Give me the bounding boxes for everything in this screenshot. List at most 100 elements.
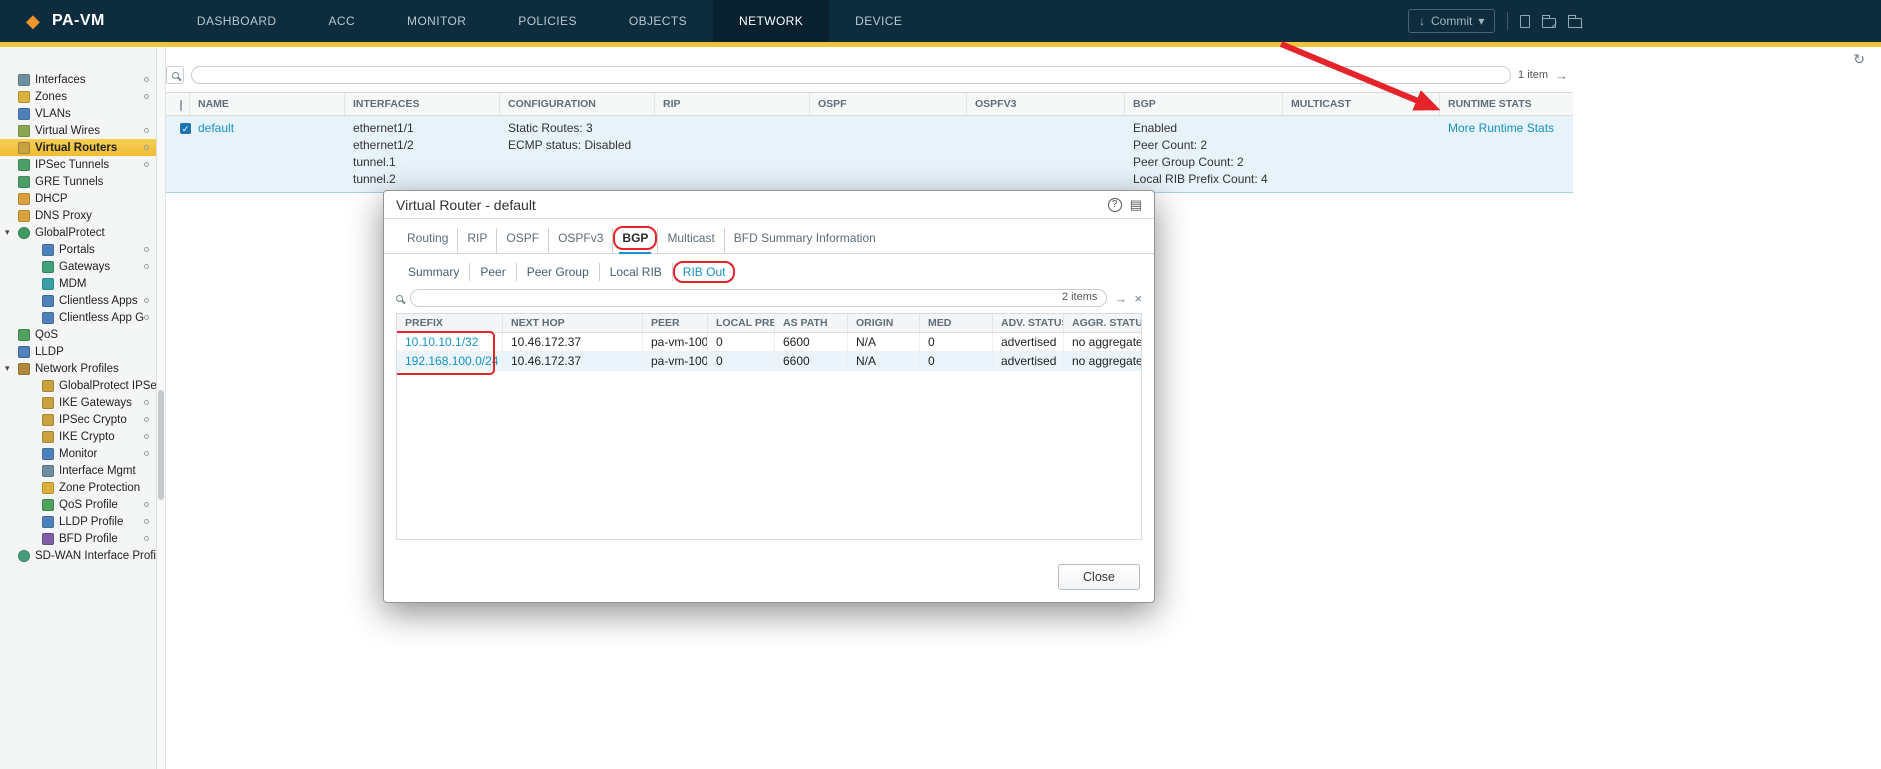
close-button[interactable]: Close bbox=[1058, 564, 1140, 590]
sidebar-item-portals[interactable]: Portals bbox=[0, 241, 156, 258]
sidebar-item-virtual-wires[interactable]: Virtual Wires bbox=[0, 122, 156, 139]
table-row[interactable]: ✓ default ethernet1/1 ethernet1/2 tunnel… bbox=[166, 116, 1573, 193]
subtab-rib-out[interactable]: RIB Out bbox=[672, 263, 736, 281]
sidebar-item-ipsec-crypto[interactable]: IPSec Crypto bbox=[0, 411, 156, 428]
nav-monitor[interactable]: MONITOR bbox=[381, 0, 492, 42]
nav-acc[interactable]: ACC bbox=[303, 0, 382, 42]
vr-search-input[interactable] bbox=[191, 66, 1511, 84]
col-ospf[interactable]: OSPF bbox=[810, 93, 967, 115]
nav-device[interactable]: DEVICE bbox=[829, 0, 928, 42]
more-runtime-stats-link[interactable]: More Runtime Stats bbox=[1448, 121, 1554, 135]
nav-network[interactable]: NETWORK bbox=[713, 0, 829, 42]
sidebar-item-ike-crypto[interactable]: IKE Crypto bbox=[0, 428, 156, 445]
commit-button[interactable]: ↓ Commit ▾ bbox=[1408, 9, 1495, 33]
sidebar-item-monitor[interactable]: Monitor bbox=[0, 445, 156, 462]
tab-ospf[interactable]: OSPF bbox=[496, 228, 548, 253]
sidebar-scrollbar[interactable] bbox=[157, 47, 166, 769]
sidebar-item-dhcp[interactable]: DHCP bbox=[0, 190, 156, 207]
subtab-peer[interactable]: Peer bbox=[469, 263, 515, 281]
col-aggr-status[interactable]: AGGR. STATUS bbox=[1064, 314, 1142, 332]
col-runtime-stats[interactable]: RUNTIME STATS bbox=[1440, 93, 1573, 115]
save-config-icon[interactable]: ✓ bbox=[1542, 18, 1556, 28]
col-rip[interactable]: RIP bbox=[655, 93, 810, 115]
prefix-link[interactable]: 10.10.10.1/32 bbox=[405, 335, 478, 349]
sidebar-item-interfaces[interactable]: Interfaces bbox=[0, 71, 156, 88]
refresh-icon[interactable]: ↻ bbox=[1853, 51, 1865, 68]
sidebar-item-lldp[interactable]: LLDP bbox=[0, 343, 156, 360]
subtab-summary[interactable]: Summary bbox=[398, 263, 469, 281]
tab-routing[interactable]: Routing bbox=[398, 228, 457, 253]
col-ospfv3[interactable]: OSPFV3 bbox=[967, 93, 1125, 115]
globalprotect-ipsec-crypto-icon bbox=[42, 380, 54, 392]
sidebar-item-qos-profile[interactable]: QoS Profile bbox=[0, 496, 156, 513]
item-dot bbox=[144, 519, 149, 524]
col-peer[interactable]: PEER bbox=[643, 314, 708, 332]
sidebar-item-clientless-apps[interactable]: Clientless Apps bbox=[0, 292, 156, 309]
sidebar-item-lldp-profile[interactable]: LLDP Profile bbox=[0, 513, 156, 530]
rib-out-search-input[interactable] bbox=[410, 289, 1107, 307]
sidebar-item-globalprotect-ipsec-crypto[interactable]: GlobalProtect IPSec Crypto bbox=[0, 377, 156, 394]
vr-name-link[interactable]: default bbox=[198, 121, 234, 135]
sidebar-item-sdwan-interface-profile[interactable]: SD-WAN Interface Profile bbox=[0, 547, 156, 564]
nav-policies[interactable]: POLICIES bbox=[492, 0, 603, 42]
sidebar-item-globalprotect[interactable]: ▾GlobalProtect bbox=[0, 224, 156, 241]
apply-filter-arrow-icon[interactable]: → bbox=[1114, 291, 1127, 306]
col-interfaces[interactable]: INTERFACES bbox=[345, 93, 500, 115]
sidebar-item-virtual-routers[interactable]: Virtual Routers bbox=[0, 139, 156, 156]
subtab-peer-group[interactable]: Peer Group bbox=[516, 263, 599, 281]
config-window-icon[interactable] bbox=[1520, 15, 1530, 28]
apply-filter-arrow-icon[interactable]: → bbox=[1555, 68, 1568, 83]
sidebar-item-gre-tunnels[interactable]: GRE Tunnels bbox=[0, 173, 156, 190]
table-header-row: NAME INTERFACES CONFIGURATION RIP OSPF O… bbox=[166, 93, 1573, 116]
col-origin[interactable]: ORIGIN bbox=[848, 314, 920, 332]
tab-bgp[interactable]: BGP bbox=[612, 228, 657, 253]
ipsec-tunnels-icon bbox=[18, 159, 30, 171]
sidebar-item-zones[interactable]: Zones bbox=[0, 88, 156, 105]
scrollbar-thumb[interactable] bbox=[158, 390, 164, 500]
tab-multicast[interactable]: Multicast bbox=[657, 228, 723, 253]
help-icon[interactable]: ? bbox=[1108, 198, 1122, 212]
sidebar-item-network-profiles[interactable]: ▾Network Profiles bbox=[0, 360, 156, 377]
item-dot bbox=[144, 417, 149, 422]
sidebar-item-qos[interactable]: QoS bbox=[0, 326, 156, 343]
rib-out-row[interactable]: 192.168.100.0/24 10.46.172.37 pa-vm-100 … bbox=[397, 352, 1141, 371]
tab-ospfv3[interactable]: OSPFv3 bbox=[548, 228, 612, 253]
collapse-caret-icon[interactable]: ▾ bbox=[5, 227, 18, 238]
col-name[interactable]: NAME bbox=[190, 93, 345, 115]
col-next-hop[interactable]: NEXT HOP bbox=[503, 314, 643, 332]
sidebar-item-ike-gateways[interactable]: IKE Gateways bbox=[0, 394, 156, 411]
sidebar-item-ipsec-tunnels[interactable]: IPSec Tunnels bbox=[0, 156, 156, 173]
col-med[interactable]: MED bbox=[920, 314, 993, 332]
sidebar-item-bfd-profile[interactable]: BFD Profile bbox=[0, 530, 156, 547]
tab-bfd-summary[interactable]: BFD Summary Information bbox=[724, 228, 885, 253]
nav-dashboard[interactable]: DASHBOARD bbox=[171, 0, 303, 42]
col-local-pref[interactable]: LOCAL PREF. bbox=[708, 314, 775, 332]
sidebar-item-vlans[interactable]: VLANs bbox=[0, 105, 156, 122]
virtual-wires-icon bbox=[18, 125, 30, 137]
col-multicast[interactable]: MULTICAST bbox=[1283, 93, 1440, 115]
sidebar-item-gateways[interactable]: Gateways bbox=[0, 258, 156, 275]
subtab-local-rib[interactable]: Local RIB bbox=[599, 263, 672, 281]
tasks-icon[interactable]: → bbox=[1568, 18, 1582, 28]
sidebar-item-mdm[interactable]: MDM bbox=[0, 275, 156, 292]
tab-rip[interactable]: RIP bbox=[457, 228, 496, 253]
select-all-checkbox[interactable] bbox=[180, 100, 182, 111]
docs-icon[interactable]: ▤ bbox=[1130, 198, 1142, 211]
search-button[interactable] bbox=[166, 66, 184, 84]
sidebar-item-interface-mgmt[interactable]: Interface Mgmt bbox=[0, 462, 156, 479]
col-prefix[interactable]: PREFIX bbox=[397, 314, 503, 332]
collapse-caret-icon[interactable]: ▾ bbox=[5, 363, 18, 374]
dialog-title: Virtual Router - default bbox=[396, 197, 536, 213]
dhcp-icon bbox=[18, 193, 30, 205]
col-bgp[interactable]: BGP bbox=[1125, 93, 1283, 115]
col-adv-status[interactable]: ADV. STATUS bbox=[993, 314, 1064, 332]
sidebar-item-clientless-app-groups[interactable]: Clientless App Groups bbox=[0, 309, 156, 326]
prefix-link[interactable]: 192.168.100.0/24 bbox=[405, 354, 498, 368]
nav-objects[interactable]: OBJECTS bbox=[603, 0, 713, 42]
col-as-path[interactable]: AS PATH bbox=[775, 314, 848, 332]
clear-filter-icon[interactable]: × bbox=[1134, 291, 1142, 306]
rib-out-row[interactable]: 10.10.10.1/32 10.46.172.37 pa-vm-100 0 6… bbox=[397, 333, 1141, 352]
sidebar-item-dns-proxy[interactable]: DNS Proxy bbox=[0, 207, 156, 224]
sidebar-item-zone-protection[interactable]: Zone Protection bbox=[0, 479, 156, 496]
col-configuration[interactable]: CONFIGURATION bbox=[500, 93, 655, 115]
